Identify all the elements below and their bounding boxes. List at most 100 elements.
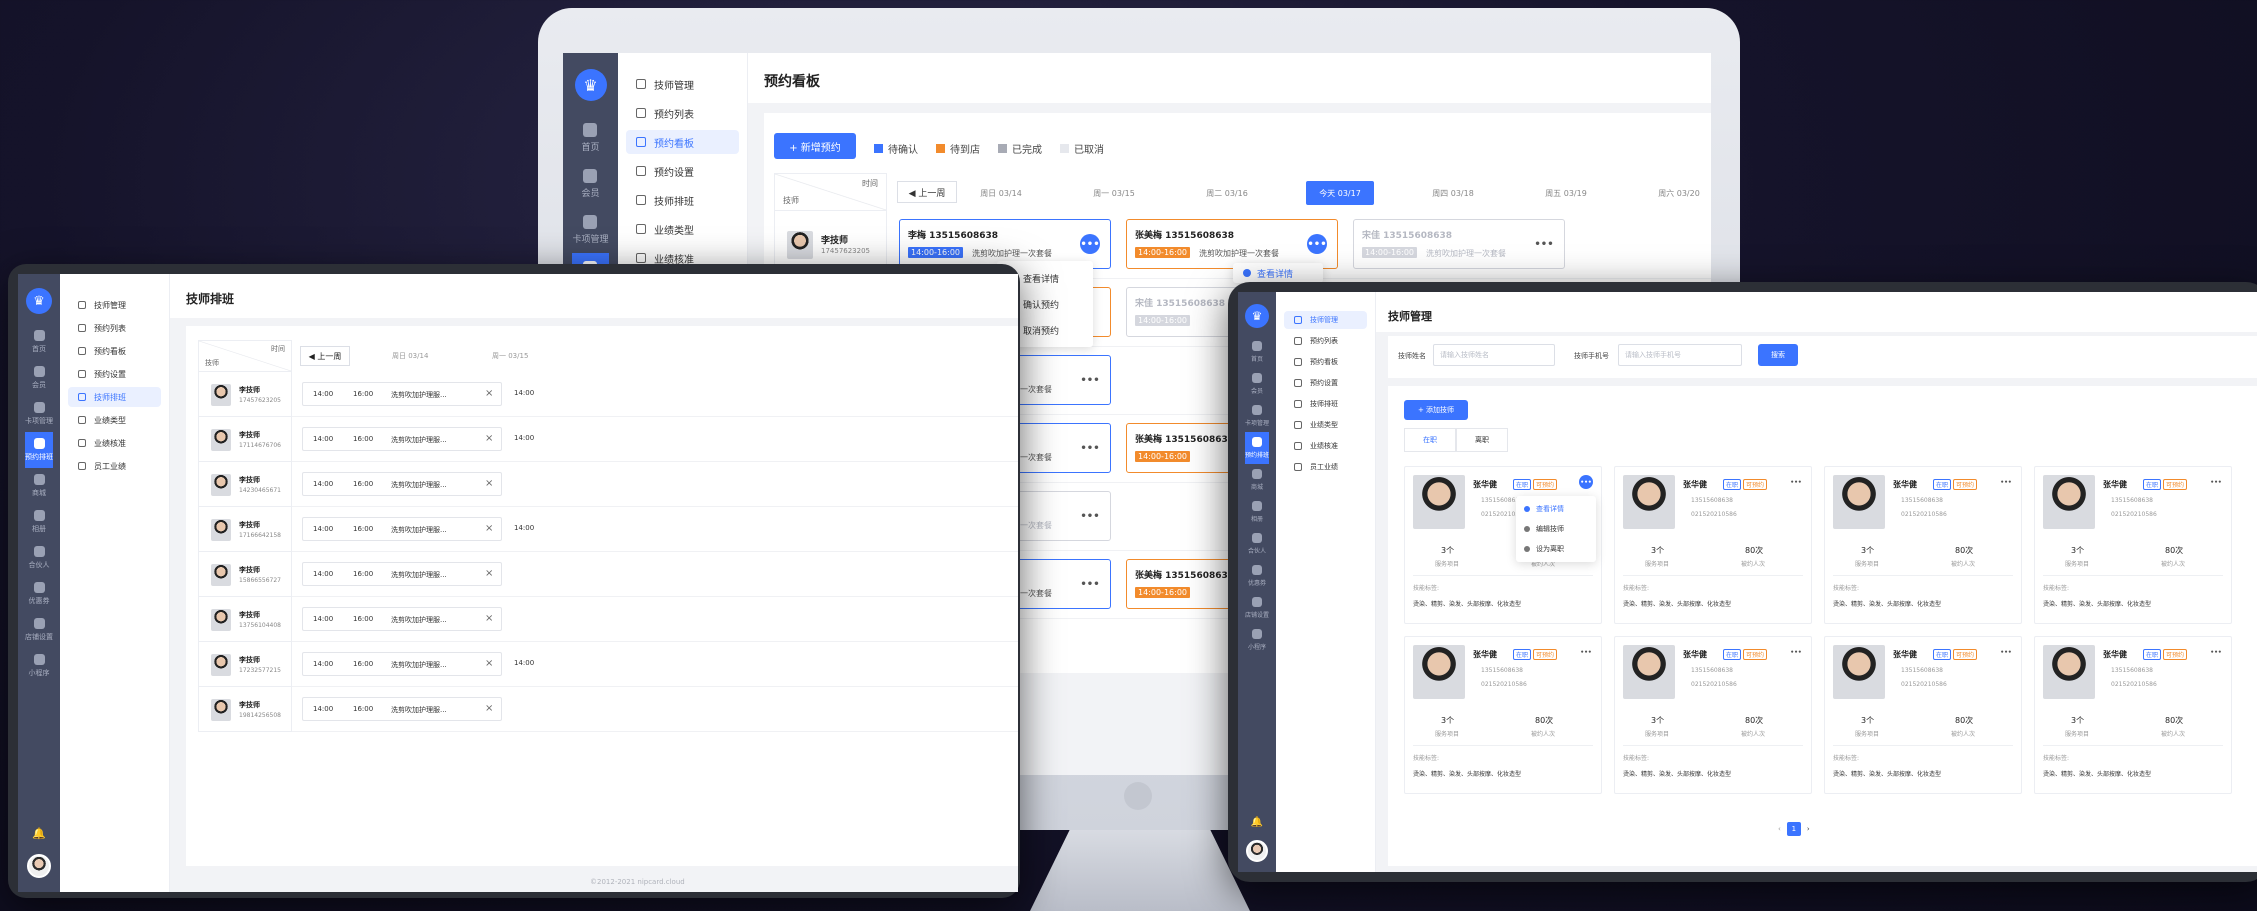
menu-item-1[interactable]: 查看详情: [1516, 499, 1596, 519]
more-options-icon[interactable]: •••: [1789, 475, 1803, 489]
name-search-input[interactable]: 请输入技师姓名: [1433, 344, 1555, 366]
app-logo[interactable]: ♛: [574, 69, 607, 101]
appointment-card[interactable]: 张美梅 13515608638 14:00-16:00 洗剪吹加护理一次套餐 •••: [1126, 219, 1338, 269]
next-shift-start[interactable]: 14:00: [514, 389, 534, 397]
submenu-item-2[interactable]: 预约列表: [626, 101, 739, 125]
submenu-item-4[interactable]: 预约设置: [1284, 374, 1367, 392]
rail-item-8[interactable]: 优惠券: [1245, 560, 1269, 592]
rail-item-1[interactable]: 首页: [1245, 336, 1269, 368]
rail-item-2[interactable]: 会员: [572, 161, 608, 207]
day-tab[interactable]: 周六 03/20: [1645, 181, 1711, 205]
remove-icon[interactable]: ×: [485, 613, 493, 624]
more-options-icon[interactable]: •••: [1080, 234, 1100, 254]
technician-card[interactable]: 张华健 在职 可预约 ••• 13515608638 021520210586 3个 服务项目…: [1824, 466, 2022, 624]
rail-item-9[interactable]: 店铺设置: [1245, 592, 1269, 624]
menu-item-2[interactable]: 编辑技师: [1516, 519, 1596, 539]
rail-item-2[interactable]: 会员: [25, 360, 53, 396]
more-options-icon[interactable]: •••: [1579, 645, 1593, 659]
remove-icon[interactable]: ×: [485, 658, 493, 669]
search-button[interactable]: 搜索: [1758, 344, 1798, 366]
submenu-item-4[interactable]: 预约设置: [626, 159, 739, 183]
next-page-button[interactable]: ›: [1807, 825, 1810, 833]
technician-card[interactable]: 张华健 在职 可预约 ••• 13515608638 021520210586 3个 服务项目…: [1614, 466, 1812, 624]
rail-item-1[interactable]: 首页: [572, 115, 608, 161]
rail-item-5[interactable]: 商城: [25, 468, 53, 504]
rail-item-3[interactable]: 卡项管理: [25, 396, 53, 432]
submenu-item-1[interactable]: 技师管理: [68, 295, 161, 315]
more-options-icon[interactable]: •••: [1307, 234, 1327, 254]
shift-entry[interactable]: 14:00 16:00 洗剪吹加护理服... ×: [302, 472, 502, 496]
user-avatar[interactable]: [1246, 840, 1268, 862]
day-tab[interactable]: 周一 03/15: [1080, 181, 1148, 205]
submenu-item-5[interactable]: 技师排班: [1284, 395, 1367, 413]
rail-item-6[interactable]: 相册: [1245, 496, 1269, 528]
shift-entry[interactable]: 14:00 16:00 洗剪吹加护理服... ×: [302, 652, 502, 676]
app-logo[interactable]: ♛: [26, 288, 52, 314]
rail-item-10[interactable]: 小程序: [1245, 624, 1269, 656]
more-options-icon[interactable]: •••: [1999, 645, 2013, 659]
rail-item-4[interactable]: 预约排班: [1244, 432, 1269, 464]
remove-icon[interactable]: ×: [485, 523, 493, 534]
more-options-icon[interactable]: •••: [1080, 438, 1100, 458]
submenu-item-6[interactable]: 业绩类型: [1284, 416, 1367, 434]
more-options-icon[interactable]: •••: [1534, 234, 1554, 254]
rail-item-6[interactable]: 相册: [25, 504, 53, 540]
tab-active[interactable]: 在职: [1404, 428, 1456, 452]
bell-icon[interactable]: 🔔: [1251, 817, 1263, 828]
day-tab[interactable]: 周日 03/14: [392, 351, 428, 361]
remove-icon[interactable]: ×: [485, 478, 493, 489]
day-tab[interactable]: 周一 03/15: [492, 351, 528, 361]
submenu-item-6[interactable]: 业绩类型: [626, 217, 739, 241]
prev-week-button[interactable]: ◀ 上一周: [300, 346, 350, 366]
tab-inactive[interactable]: 离职: [1456, 428, 1508, 452]
rail-item-4[interactable]: 预约排班: [25, 432, 53, 468]
day-tab[interactable]: 周日 03/14: [967, 181, 1035, 205]
remove-icon[interactable]: ×: [485, 433, 493, 444]
submenu-item-5[interactable]: 技师排班: [68, 387, 161, 407]
remove-icon[interactable]: ×: [485, 703, 493, 714]
day-tab[interactable]: 周四 03/18: [1419, 181, 1487, 205]
day-tab[interactable]: 周五 03/19: [1532, 181, 1600, 205]
prev-week-button[interactable]: ◀ 上一周: [897, 181, 957, 203]
rail-item-1[interactable]: 首页: [25, 324, 53, 360]
next-shift-start[interactable]: 14:00: [514, 524, 534, 532]
submenu-item-5[interactable]: 技师排班: [626, 188, 739, 212]
page-number[interactable]: 1: [1786, 822, 1801, 836]
rail-item-5[interactable]: 商城: [1245, 464, 1269, 496]
rail-item-9[interactable]: 店铺设置: [25, 612, 53, 648]
shift-entry[interactable]: 14:00 16:00 洗剪吹加护理服... ×: [302, 697, 502, 721]
technician-card[interactable]: 张华健 在职 可预约 ••• 13515608638 021520210586 3个 服务项目…: [1824, 636, 2022, 794]
technician-card[interactable]: 张华健 在职 可预约 ••• 13515608638 021520210586 3个 服务项目…: [1404, 636, 1602, 794]
remove-icon[interactable]: ×: [485, 388, 493, 399]
rail-item-8[interactable]: 优惠券: [25, 576, 53, 612]
appointment-menu-2[interactable]: 查看详情: [1233, 263, 1323, 283]
technician-card[interactable]: 张华健 在职 可预约 ••• 13515608638 021520210586 3个 服务项目…: [1614, 636, 1812, 794]
shift-entry[interactable]: 14:00 16:00 洗剪吹加护理服... ×: [302, 607, 502, 631]
submenu-item-2[interactable]: 预约列表: [68, 318, 161, 338]
more-options-icon[interactable]: •••: [2209, 475, 2223, 489]
rail-item-3[interactable]: 卡项管理: [1245, 400, 1269, 432]
technician-card[interactable]: 张华健 在职 可预约 ••• 13515608638 021520210586 3个 服务项目…: [2034, 636, 2232, 794]
more-options-icon[interactable]: •••: [1080, 506, 1100, 526]
submenu-item-6[interactable]: 业绩类型: [68, 410, 161, 430]
more-options-icon[interactable]: •••: [1579, 475, 1593, 489]
submenu-item-4[interactable]: 预约设置: [68, 364, 161, 384]
submenu-item-1[interactable]: 技师管理: [626, 72, 739, 96]
submenu-item-7[interactable]: 业绩核准: [68, 433, 161, 453]
shift-entry[interactable]: 14:00 16:00 洗剪吹加护理服... ×: [302, 562, 502, 586]
add-technician-button[interactable]: + 添加技师: [1404, 400, 1468, 420]
submenu-item-2[interactable]: 预约列表: [1284, 332, 1367, 350]
rail-item-7[interactable]: 合伙人: [1245, 528, 1269, 560]
more-options-icon[interactable]: •••: [1789, 645, 1803, 659]
user-avatar[interactable]: [27, 854, 51, 878]
shift-entry[interactable]: 14:00 16:00 洗剪吹加护理服... ×: [302, 382, 502, 406]
more-options-icon[interactable]: •••: [1080, 370, 1100, 390]
shift-entry[interactable]: 14:00 16:00 洗剪吹加护理服... ×: [302, 517, 502, 541]
appointment-card[interactable]: 宋佳 13515608638 14:00-16:00 洗剪吹加护理一次套餐 •••: [1353, 219, 1565, 269]
submenu-item-7[interactable]: 业绩核准: [1284, 437, 1367, 455]
technician-card[interactable]: 张华健 在职 可预约 ••• 13515608638 021520210586 3个 服务项目…: [2034, 466, 2232, 624]
submenu-item-3[interactable]: 预约看板: [1284, 353, 1367, 371]
remove-icon[interactable]: ×: [485, 568, 493, 579]
more-options-icon[interactable]: •••: [1999, 475, 2013, 489]
rail-item-2[interactable]: 会员: [1245, 368, 1269, 400]
